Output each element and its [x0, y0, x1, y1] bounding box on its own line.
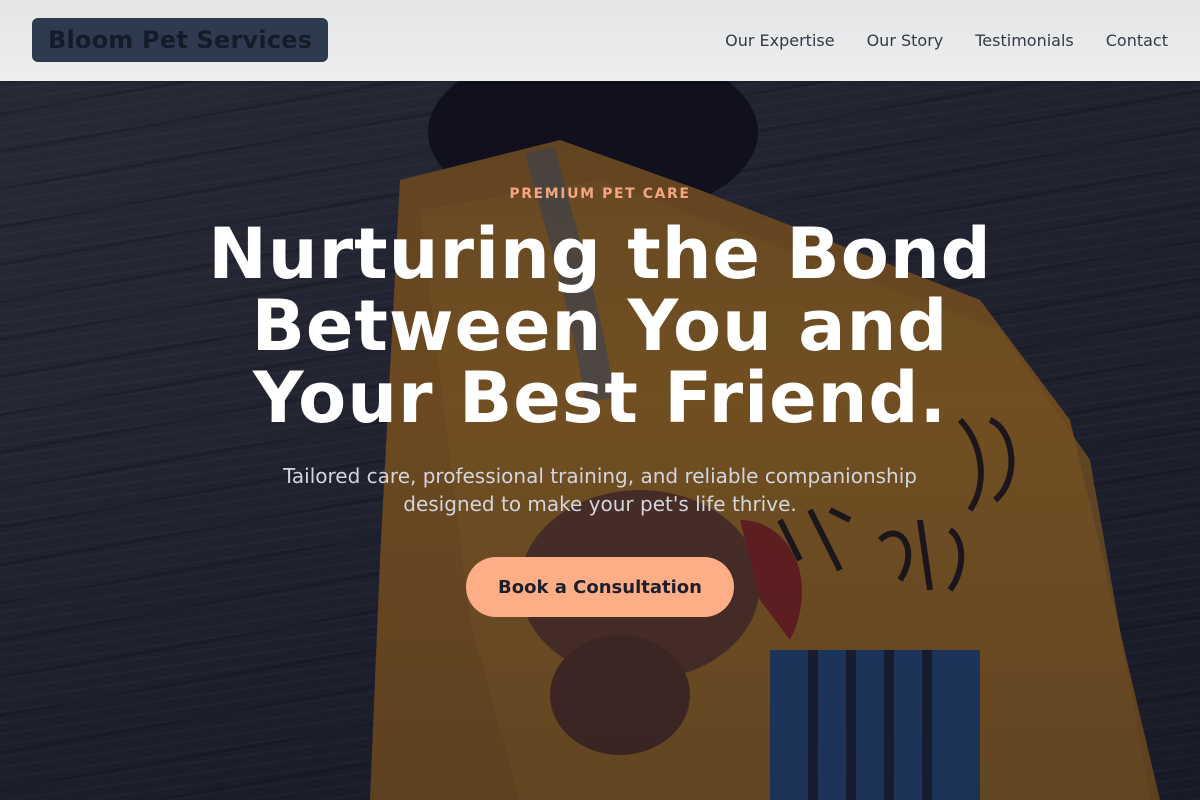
main-nav: Our Expertise Our Story Testimonials Con… [725, 0, 1168, 80]
nav-link-our-story[interactable]: Our Story [867, 31, 944, 50]
hero-eyebrow: PREMIUM PET CARE [509, 186, 691, 202]
page: Bloom Pet Services Our Expertise Our Sto… [0, 0, 1200, 800]
hero-subtext: Tailored care, professional training, an… [260, 462, 940, 518]
hero-headline: Nurturing the Bond Between You and Your … [150, 218, 1050, 434]
hero-headline-line: Your Best Friend. [252, 357, 948, 439]
site-header: Bloom Pet Services Our Expertise Our Sto… [0, 0, 1200, 81]
hero-headline-line: Nurturing the Bond [208, 213, 992, 295]
nav-link-our-expertise[interactable]: Our Expertise [725, 31, 834, 50]
book-consultation-button[interactable]: Book a Consultation [466, 557, 734, 617]
brand-logo[interactable]: Bloom Pet Services [32, 18, 329, 62]
nav-link-testimonials[interactable]: Testimonials [975, 31, 1074, 50]
hero-headline-line: Between You and [251, 285, 949, 367]
hero-section: PREMIUM PET CARE Nurturing the Bond Betw… [0, 0, 1200, 800]
nav-link-contact[interactable]: Contact [1106, 31, 1168, 50]
hero-subtext-line: Tailored care, professional training, an… [283, 464, 917, 488]
hero-subtext-line: designed to make your pet's life thrive. [403, 492, 797, 516]
